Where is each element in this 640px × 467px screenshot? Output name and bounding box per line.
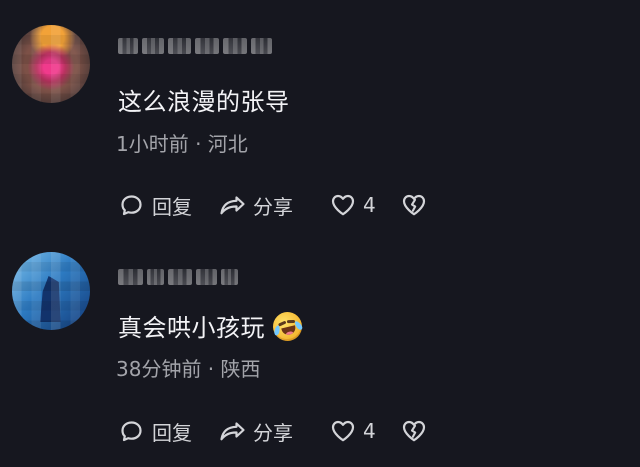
blurred-username-segment bbox=[223, 38, 247, 54]
blurred-username-segment bbox=[147, 269, 164, 285]
reply-bubble-icon bbox=[118, 418, 145, 445]
comments-screen: 这么浪漫的张导 1小时前 · 河北 回复 分享 4 真会哄小孩玩 38分钟前 ·… bbox=[0, 0, 640, 467]
dislike-button[interactable] bbox=[400, 414, 427, 448]
blurred-username-segment bbox=[142, 38, 164, 54]
comment-actions: 回复 分享 4 bbox=[118, 188, 458, 222]
share-label: 分享 bbox=[253, 420, 293, 445]
reply-label: 回复 bbox=[152, 420, 192, 445]
broken-heart-icon bbox=[400, 192, 427, 219]
blurred-username-segment bbox=[221, 269, 238, 285]
heart-outline-icon bbox=[329, 418, 356, 445]
share-button[interactable]: 分享 bbox=[219, 414, 293, 448]
like-button[interactable]: 4 bbox=[329, 188, 376, 222]
heart-outline-icon bbox=[329, 192, 356, 219]
comment-text: 真会哄小孩玩 bbox=[118, 314, 265, 342]
blurred-username-segment bbox=[195, 38, 219, 54]
emoji-left-tear bbox=[273, 325, 281, 336]
blurred-username[interactable] bbox=[118, 269, 238, 285]
blue-abstract-avatar[interactable] bbox=[12, 252, 90, 330]
blurred-username-segment bbox=[168, 269, 192, 285]
share-label: 分享 bbox=[253, 194, 293, 219]
blurred-username-segment bbox=[118, 269, 143, 285]
comment-meta: 38分钟前 · 陕西 bbox=[116, 357, 261, 381]
comment-item: 真会哄小孩玩 38分钟前 · 陕西 回复 分享 4 bbox=[0, 233, 640, 467]
reply-label: 回复 bbox=[152, 194, 192, 219]
blurred-username-segment bbox=[196, 269, 217, 285]
reply-bubble-icon bbox=[118, 192, 145, 219]
comment-meta: 1小时前 · 河北 bbox=[116, 132, 248, 156]
comment-actions: 回复 分享 4 bbox=[118, 414, 458, 448]
comment-item: 这么浪漫的张导 1小时前 · 河北 回复 分享 4 bbox=[0, 0, 640, 233]
like-count: 4 bbox=[363, 193, 376, 217]
share-arrow-icon bbox=[219, 192, 246, 219]
blurred-username-segment bbox=[251, 38, 272, 54]
share-button[interactable]: 分享 bbox=[219, 188, 293, 222]
blurred-username-segment bbox=[118, 38, 138, 54]
blurred-username-segment bbox=[168, 38, 191, 54]
reply-button[interactable]: 回复 bbox=[118, 188, 192, 222]
comment-text: 这么浪漫的张导 bbox=[118, 88, 290, 116]
like-button[interactable]: 4 bbox=[329, 414, 376, 448]
laughing-tears-emoji bbox=[270, 309, 305, 344]
pink-flower-avatar[interactable] bbox=[12, 25, 90, 103]
blurred-username[interactable] bbox=[118, 38, 272, 54]
like-count: 4 bbox=[363, 419, 376, 443]
emoji-mouth bbox=[281, 325, 297, 337]
comment-text-row: 真会哄小孩玩 bbox=[118, 309, 305, 344]
reply-button[interactable]: 回复 bbox=[118, 414, 192, 448]
broken-heart-icon bbox=[400, 418, 427, 445]
dislike-button[interactable] bbox=[400, 188, 427, 222]
share-arrow-icon bbox=[219, 418, 246, 445]
